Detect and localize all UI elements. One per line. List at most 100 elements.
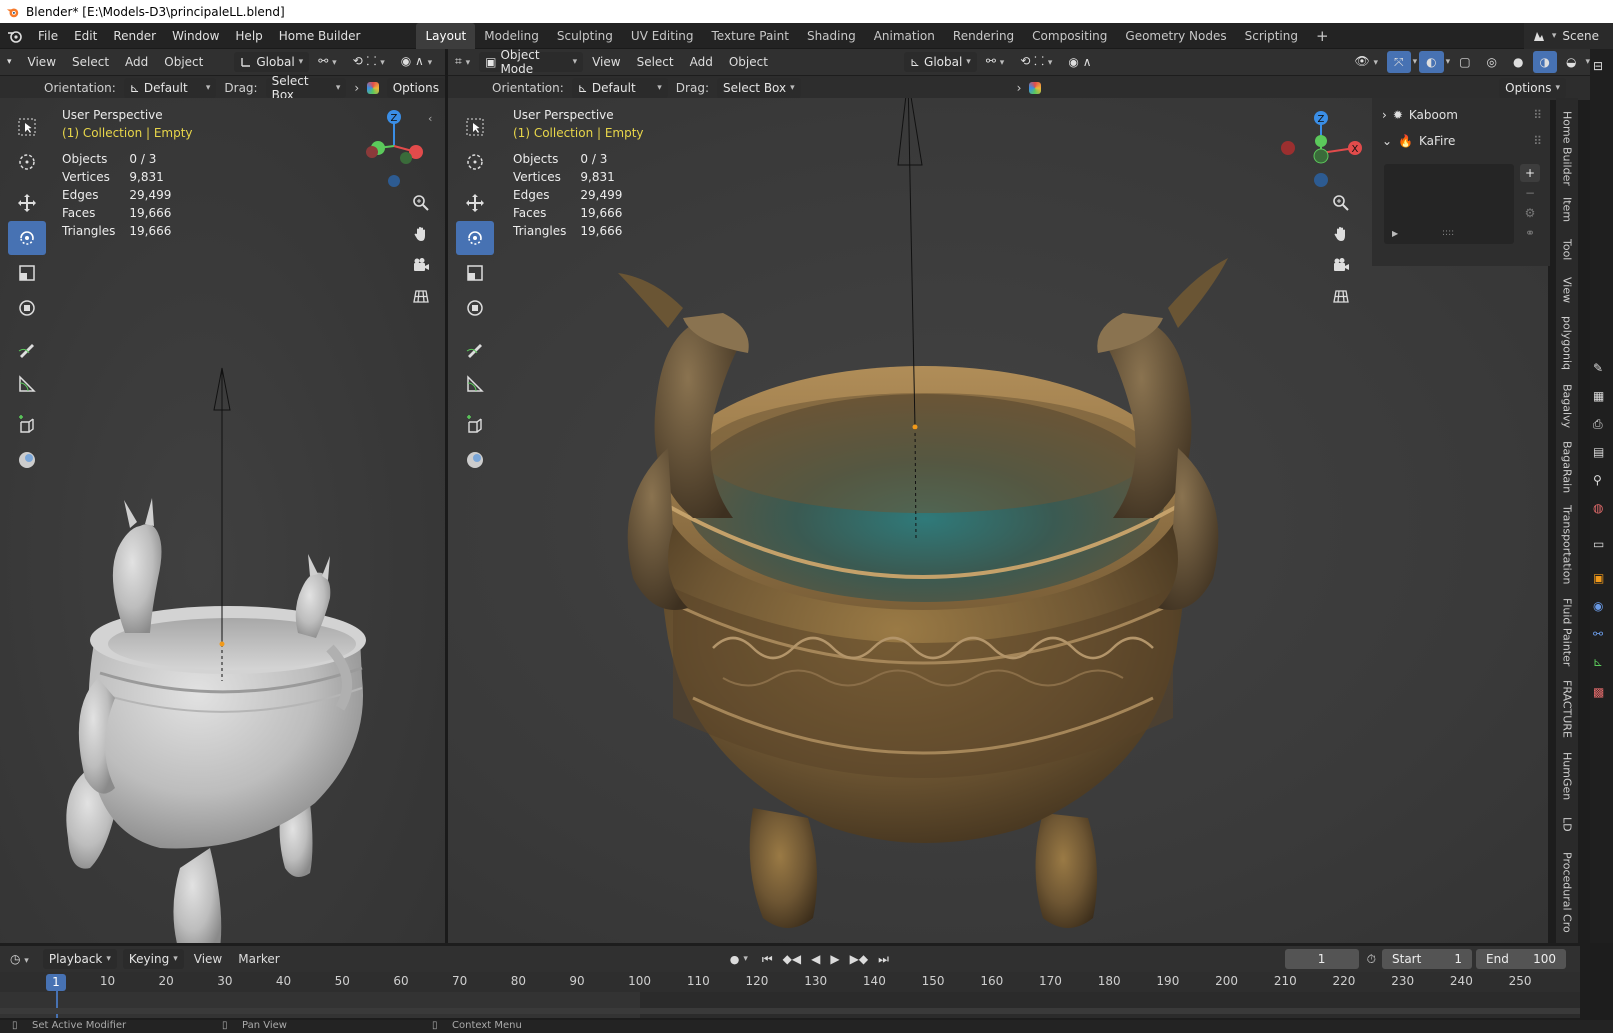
left-cube-color-icon[interactable] bbox=[367, 82, 379, 94]
sidebar-tab-polygoniq[interactable]: polygoniq bbox=[1556, 312, 1578, 374]
sidebar-tab-view[interactable]: View bbox=[1556, 272, 1578, 308]
left-drag-dropdown[interactable]: Select Box ▾ bbox=[265, 74, 347, 102]
sidebar-tab-item[interactable]: Item bbox=[1556, 192, 1578, 228]
stopwatch-icon[interactable]: ⏱ bbox=[1367, 952, 1376, 967]
jump-end-icon[interactable]: ⏭ bbox=[878, 952, 889, 967]
pan-hand-icon[interactable] bbox=[1328, 221, 1354, 247]
timeline-area[interactable]: 1 10 20 30 40 50 60 70 80 90 100 110 120 130 140 150 16… bbox=[0, 972, 1580, 1018]
tab-layout[interactable]: Layout bbox=[416, 22, 476, 49]
tool-properties-icon[interactable]: ✎ bbox=[1593, 361, 1611, 379]
constraints-properties-icon[interactable]: ⚯ bbox=[1593, 627, 1611, 645]
solid-shading-icon[interactable]: ● bbox=[1506, 51, 1530, 73]
annotate-tool-icon[interactable] bbox=[456, 332, 494, 366]
right-expand-chevron-icon[interactable]: › bbox=[1017, 81, 1022, 95]
right-transform-orientation[interactable]: ⊾ Global ▾ bbox=[903, 52, 977, 72]
sculpt-ball-tool-icon[interactable] bbox=[456, 443, 494, 477]
list-link-icon[interactable]: ⚭ bbox=[1520, 224, 1540, 242]
overlay-dropdown-icon[interactable]: ▾ bbox=[1446, 57, 1451, 67]
keying-menu[interactable]: Keying ▾ bbox=[122, 949, 184, 969]
sidebar-tab-tool[interactable]: Tool bbox=[1556, 232, 1578, 268]
right-proportional-icon[interactable]: ◉ ∧ bbox=[1061, 51, 1098, 73]
right-menu-add[interactable]: Add bbox=[683, 51, 720, 73]
output-properties-icon[interactable]: ⎙ bbox=[1593, 417, 1611, 435]
gizmo-y-handle[interactable] bbox=[1315, 135, 1327, 147]
pan-hand-icon[interactable] bbox=[408, 221, 434, 247]
drag-handle-icon[interactable]: ⠿ bbox=[1533, 134, 1542, 148]
sidebar-tab-humgen[interactable]: HumGen bbox=[1556, 748, 1578, 804]
timeline-marker-menu[interactable]: Marker bbox=[232, 952, 285, 966]
timeline-scrollbar[interactable] bbox=[0, 1008, 1580, 1014]
material-shading-icon[interactable]: ◑ bbox=[1532, 51, 1557, 73]
gizmo-neg-x-handle[interactable] bbox=[366, 146, 378, 158]
tab-texture-paint[interactable]: Texture Paint bbox=[703, 23, 798, 49]
right-snap-icon[interactable]: ⟲ ⸬ ▾ bbox=[1013, 50, 1059, 74]
list-add-icon[interactable]: + bbox=[1520, 164, 1540, 182]
sidebar-tab-ld[interactable]: LD bbox=[1556, 810, 1578, 838]
right-options-button[interactable]: Options ▾ bbox=[1499, 78, 1566, 98]
left-transform-orientation[interactable]: Global ▾ bbox=[234, 52, 310, 72]
transform-tool-icon[interactable] bbox=[8, 291, 46, 325]
camera-view-icon[interactable] bbox=[408, 252, 434, 278]
rendered-shading-icon[interactable]: ◒ bbox=[1559, 51, 1583, 73]
measure-tool-icon[interactable] bbox=[456, 367, 494, 401]
ortho-grid-icon[interactable] bbox=[408, 283, 434, 309]
record-icon[interactable]: ● bbox=[726, 953, 744, 966]
move-tool-icon[interactable] bbox=[456, 186, 494, 220]
ortho-grid-icon[interactable] bbox=[1328, 283, 1354, 309]
end-frame-field[interactable]: End 100 bbox=[1476, 949, 1566, 969]
menu-file[interactable]: File bbox=[30, 23, 66, 49]
sidebar-tab-bagarain[interactable]: BagaRain bbox=[1556, 438, 1578, 496]
scale-tool-icon[interactable] bbox=[8, 256, 46, 290]
gizmo-toggle-icon[interactable]: ⤧ bbox=[1387, 51, 1411, 73]
gizmo-neg-x-handle[interactable] bbox=[1281, 141, 1295, 155]
physics-properties-icon[interactable]: ◉ bbox=[1593, 599, 1611, 617]
gizmo-neg-z-handle[interactable] bbox=[1314, 173, 1328, 187]
mode-dropdown[interactable]: ▣ Object Mode ▾ bbox=[479, 48, 584, 76]
overlay-toggle-icon[interactable]: ◐ bbox=[1419, 51, 1444, 73]
play-icon[interactable]: ▶ bbox=[830, 952, 839, 967]
timeline-view-menu[interactable]: View bbox=[184, 952, 232, 966]
record-dropdown-icon[interactable]: ▾ bbox=[743, 954, 748, 964]
start-frame-field[interactable]: Start 1 bbox=[1382, 949, 1472, 969]
right-axis-gizmo[interactable]: Z X bbox=[1268, 108, 1368, 190]
scale-tool-icon[interactable] bbox=[456, 256, 494, 290]
playhead-frame-indicator[interactable]: 1 bbox=[46, 974, 66, 991]
timeline-editor-type-icon[interactable]: ◷ ▾ bbox=[0, 952, 35, 966]
list-expand-icon[interactable]: ▶ bbox=[1392, 229, 1398, 238]
texture-properties-icon[interactable]: ▩ bbox=[1593, 685, 1611, 703]
gizmo-neg-y-handle[interactable] bbox=[1313, 148, 1329, 164]
left-axis-gizmo[interactable]: Z bbox=[356, 106, 436, 188]
sidebar-tab-fluid-painter[interactable]: Fluid Painter bbox=[1556, 594, 1578, 670]
list-settings-icon[interactable]: ⚙ bbox=[1520, 204, 1540, 222]
menu-window[interactable]: Window bbox=[164, 23, 227, 49]
sidebar-tab-transportation[interactable]: Transportation bbox=[1556, 502, 1578, 588]
playback-menu[interactable]: Playback ▾ bbox=[42, 949, 117, 969]
panel-kafire[interactable]: ⌄ 🔥 KaFire ⠿ bbox=[1372, 128, 1550, 154]
current-frame-field[interactable]: 1 bbox=[1284, 949, 1359, 969]
right-menu-select[interactable]: Select bbox=[630, 51, 681, 73]
menu-home-builder[interactable]: Home Builder bbox=[271, 23, 369, 49]
camera-view-icon[interactable] bbox=[1328, 252, 1354, 278]
zoom-icon[interactable] bbox=[408, 190, 434, 216]
xray-icon[interactable]: ▢ bbox=[1452, 51, 1477, 73]
select-box-tool-icon[interactable] bbox=[456, 110, 494, 144]
select-box-tool-icon[interactable] bbox=[8, 110, 46, 144]
sidebar-tab-fracture[interactable]: FRACTURE bbox=[1556, 676, 1578, 742]
object-properties-icon[interactable]: ▣ bbox=[1593, 571, 1611, 589]
sidebar-tab-home-builder[interactable]: Home Builder bbox=[1556, 108, 1578, 188]
menu-edit[interactable]: Edit bbox=[66, 23, 105, 49]
tab-scripting[interactable]: Scripting bbox=[1236, 23, 1307, 49]
wireframe-shading-icon[interactable]: ◎ bbox=[1480, 51, 1504, 73]
kafire-list[interactable]: ▶ :::: bbox=[1384, 164, 1514, 244]
add-workspace-icon[interactable]: + bbox=[1307, 23, 1338, 49]
tab-uv-editing[interactable]: UV Editing bbox=[622, 23, 703, 49]
tab-animation[interactable]: Animation bbox=[865, 23, 944, 49]
view-layer-properties-icon[interactable]: ▤ bbox=[1593, 445, 1611, 463]
data-properties-icon[interactable]: ⊾ bbox=[1593, 655, 1611, 673]
left-proportional-icon[interactable]: ◉ ∧ ▾ bbox=[394, 50, 439, 74]
list-remove-icon[interactable]: − bbox=[1520, 184, 1540, 202]
left-menu-view[interactable]: View bbox=[21, 51, 63, 73]
visibility-icon[interactable]: 👁 ▾ bbox=[1347, 50, 1385, 74]
blender-menu-icon[interactable] bbox=[0, 28, 30, 44]
collection-properties-icon[interactable]: ▭ bbox=[1593, 537, 1611, 555]
